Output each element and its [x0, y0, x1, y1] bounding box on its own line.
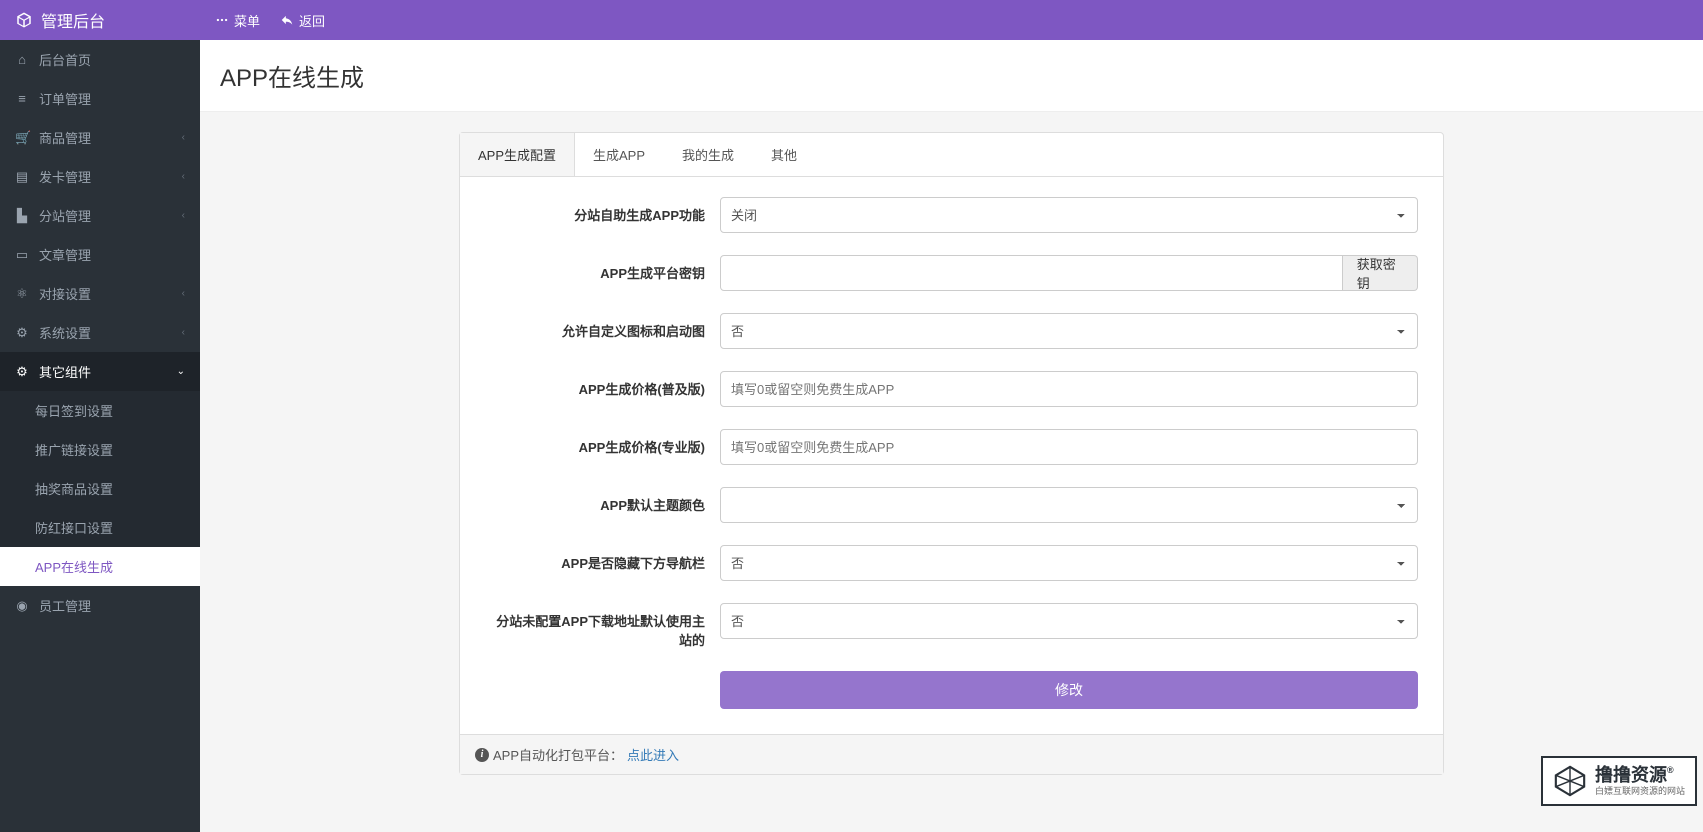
select-self-gen[interactable]: 关闭 [720, 197, 1418, 233]
sidebar-item-other[interactable]: ⚙ 其它组件 ⌄ [0, 352, 200, 391]
doc-icon: ▭ [15, 247, 29, 263]
label-fallback: 分站未配置APP下载地址默认使用主站的 [485, 603, 720, 649]
sidebar-sub-label: 防红接口设置 [35, 521, 113, 536]
back-arrow-icon [280, 13, 294, 27]
chevron-down-icon: ⌄ [177, 366, 185, 377]
sidebar-sub-label: APP在线生成 [35, 560, 113, 575]
chevron-left-icon: ‹ [182, 132, 185, 143]
sidebar-item-label: 文章管理 [39, 245, 91, 264]
gear-icon: ⚙ [15, 325, 29, 341]
sidebar-sub-lottery[interactable]: 抽奖商品设置 [0, 469, 200, 508]
label-custom-icon: 允许自定义图标和启动图 [485, 313, 720, 340]
sidebar-item-label: 系统设置 [39, 323, 91, 342]
watermark-logo-icon [1553, 764, 1587, 798]
content-area: APP在线生成 APP生成配置 生成APP 我的生成 其他 分站自助生成APP功… [200, 40, 1703, 832]
page-title: APP在线生成 [200, 40, 1703, 112]
watermark-title: 撸撸资源 [1595, 765, 1667, 785]
sidebar-item-label: 发卡管理 [39, 167, 91, 186]
sidebar-item-label: 商品管理 [39, 128, 91, 147]
sidebar-item-integrations[interactable]: ⚛ 对接设置 ‹ [0, 274, 200, 313]
sidebar-item-goods[interactable]: 🛒 商品管理 ‹ [0, 118, 200, 157]
footnote-link[interactable]: 点此进入 [627, 745, 679, 764]
sidebar-item-label: 其它组件 [39, 362, 91, 381]
tab-other[interactable]: 其他 [753, 133, 816, 176]
link-icon: ⚛ [15, 286, 29, 302]
sidebar-sub-label: 推广链接设置 [35, 443, 113, 458]
brand: 管理后台 [0, 8, 200, 32]
sidebar-item-sites[interactable]: ▙ 分站管理 ‹ [0, 196, 200, 235]
chevron-left-icon: ‹ [182, 327, 185, 338]
watermark-sub: 白嫖互联网资源的网站 [1595, 786, 1685, 796]
sidebar-item-label: 分站管理 [39, 206, 91, 225]
sidebar-sub-promo[interactable]: 推广链接设置 [0, 430, 200, 469]
sidebar-sub-label: 抽奖商品设置 [35, 482, 113, 497]
sidebar-item-label: 对接设置 [39, 284, 91, 303]
watermark-r: ® [1667, 765, 1674, 775]
footnote-text: APP自动化打包平台： [493, 745, 623, 764]
select-custom-icon[interactable]: 否 [720, 313, 1418, 349]
select-hide-nav[interactable]: 否 [720, 545, 1418, 581]
select-fallback[interactable]: 否 [720, 603, 1418, 639]
sidebar-item-orders[interactable]: ≡ 订单管理 [0, 79, 200, 118]
cogs-icon: ⚙ [15, 364, 29, 380]
card-icon: ▤ [15, 169, 29, 185]
home-icon: ⌂ [15, 52, 29, 67]
sidebar-item-system[interactable]: ⚙ 系统设置 ‹ [0, 313, 200, 352]
footnote: i APP自动化打包平台： 点此进入 [460, 734, 1443, 774]
tab-mine[interactable]: 我的生成 [664, 133, 753, 176]
label-price-basic: APP生成价格(普及版) [485, 371, 720, 398]
sidebar: ⌂ 后台首页 ≡ 订单管理 🛒 商品管理 ‹ ▤ 发卡管理 ‹ ▙ 分站管理 ‹ ▭ 文章管理 ⚛… [0, 40, 200, 832]
sidebar-item-label: 订单管理 [39, 89, 91, 108]
tab-config[interactable]: APP生成配置 [460, 133, 575, 176]
watermark: 撸撸资源® 白嫖互联网资源的网站 [1541, 756, 1697, 806]
tab-generate[interactable]: 生成APP [575, 133, 664, 176]
input-price-pro[interactable] [720, 429, 1418, 465]
label-theme: APP默认主题颜色 [485, 487, 720, 514]
menu-dots-icon [215, 13, 229, 27]
card: APP生成配置 生成APP 我的生成 其他 分站自助生成APP功能 关闭 APP… [459, 132, 1444, 775]
get-key-button[interactable]: 获取密钥 [1343, 255, 1418, 291]
input-key[interactable] [720, 255, 1343, 291]
back-button[interactable]: 返回 [280, 11, 325, 30]
submit-button[interactable]: 修改 [720, 671, 1418, 709]
label-hide-nav: APP是否隐藏下方导航栏 [485, 545, 720, 572]
sidebar-item-label: 员工管理 [39, 596, 91, 615]
site-icon: ▙ [15, 208, 29, 224]
sidebar-sub-checkin[interactable]: 每日签到设置 [0, 391, 200, 430]
sidebar-item-label: 后台首页 [39, 50, 91, 69]
input-price-basic[interactable] [720, 371, 1418, 407]
info-icon: i [475, 748, 489, 762]
chevron-left-icon: ‹ [182, 171, 185, 182]
user-icon: ◉ [15, 598, 29, 614]
select-theme[interactable] [720, 487, 1418, 523]
chevron-left-icon: ‹ [182, 210, 185, 221]
sidebar-sub-label: 每日签到设置 [35, 404, 113, 419]
sidebar-item-staff[interactable]: ◉ 员工管理 [0, 586, 200, 625]
sidebar-item-home[interactable]: ⌂ 后台首页 [0, 40, 200, 79]
tabs: APP生成配置 生成APP 我的生成 其他 [460, 133, 1443, 177]
cube-icon [15, 11, 33, 29]
menu-button-label: 菜单 [234, 11, 260, 30]
menu-button[interactable]: 菜单 [215, 11, 260, 30]
label-self-gen: 分站自助生成APP功能 [485, 197, 720, 224]
chevron-left-icon: ‹ [182, 288, 185, 299]
sidebar-item-articles[interactable]: ▭ 文章管理 [0, 235, 200, 274]
list-icon: ≡ [15, 91, 29, 106]
label-key: APP生成平台密钥 [485, 255, 720, 282]
label-price-pro: APP生成价格(专业版) [485, 429, 720, 456]
brand-title: 管理后台 [41, 8, 105, 32]
sidebar-sub-antired[interactable]: 防红接口设置 [0, 508, 200, 547]
back-button-label: 返回 [299, 11, 325, 30]
cart-icon: 🛒 [15, 130, 29, 146]
sidebar-sub-appgen[interactable]: APP在线生成 [0, 547, 200, 586]
sidebar-item-cards[interactable]: ▤ 发卡管理 ‹ [0, 157, 200, 196]
